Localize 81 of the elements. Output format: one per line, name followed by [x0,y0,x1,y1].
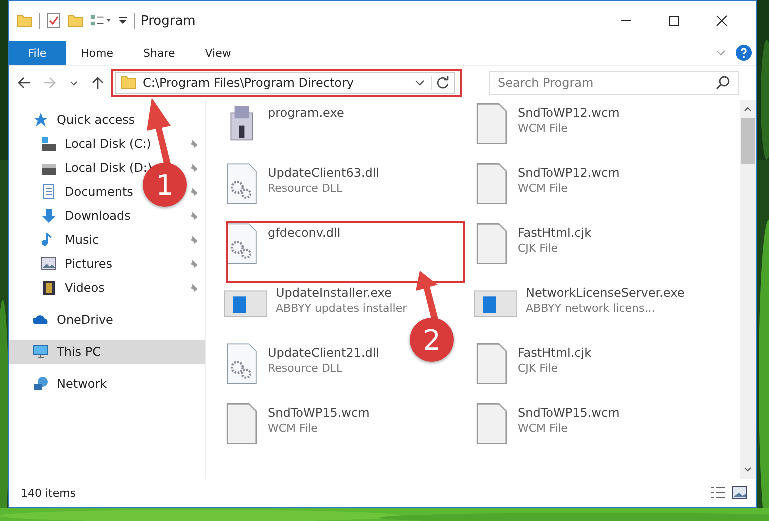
sidebar-item[interactable]: Videos [65,281,105,295]
sidebar-item[interactable]: Network [9,372,205,396]
address-bar[interactable]: C:\Program Files\Program Directory [115,72,455,94]
file-type: WCM File [268,422,319,435]
pin-icon[interactable] [188,138,199,150]
thumbnail-view-icon[interactable] [732,485,748,501]
file-type: ABBYY network licens... [526,302,656,315]
dropdown-icon[interactable] [118,16,128,26]
sidebar-item[interactable]: Music [65,233,100,247]
gear-file-icon[interactable] [224,342,260,386]
sidebar-item[interactable]: Documents [65,185,134,199]
sidebar-item[interactable]: Pictures [65,257,113,271]
window-title: Program [141,14,196,28]
up-arrow-icon[interactable] [91,76,105,90]
file-icon[interactable] [474,102,510,146]
checklist-icon[interactable] [46,13,62,29]
file-icon[interactable] [474,342,510,386]
file-icon[interactable] [474,402,510,446]
file-name[interactable]: SndToWP15.wcm [268,406,370,420]
file-type: WCM File [518,122,569,135]
gear-file-icon[interactable] [224,162,260,206]
pin-icon[interactable] [188,162,199,174]
pin-icon[interactable] [188,282,199,294]
file-name[interactable]: FastHtml.cjk [518,226,592,240]
file-name[interactable]: SndToWP15.wcm [518,406,620,420]
sidebar-label: OneDrive [57,313,114,327]
pin-icon[interactable] [188,258,199,270]
sidebar-item[interactable]: Downloads [65,209,131,223]
file-name[interactable]: SndToWP12.wcm [518,106,620,120]
pin-icon[interactable] [188,186,199,198]
sidebar-label: This PC [57,345,101,359]
film-icon [41,280,57,296]
file-type: ABBYY updates installer [276,302,408,315]
computer-icon [33,344,49,360]
search-field[interactable]: Search Program [489,71,739,95]
drive-icon [41,136,57,152]
download-arrow-icon [41,208,57,224]
file-name[interactable]: FastHtml.cjk [518,346,592,360]
chevron-down-icon[interactable] [415,78,425,88]
file-icon[interactable] [224,402,260,446]
scroll-thumb[interactable] [741,118,755,164]
network-icon [33,376,49,392]
sidebar-item[interactable]: Quick access [9,108,205,132]
file-icon[interactable] [474,222,510,266]
sidebar-item[interactable]: OneDrive [9,308,205,332]
sidebar-item[interactable]: Local Disk (C:) [65,137,152,151]
file-icon[interactable] [474,162,510,206]
details-view-icon[interactable] [710,485,726,501]
pin-icon[interactable] [188,210,199,222]
file-type: WCM File [518,182,569,195]
file-name[interactable]: NetworkLicenseServer.exe [526,286,685,300]
scrollbar[interactable] [740,100,756,479]
file-name[interactable]: UpdateClient21.dll [268,346,380,360]
sidebar-item[interactable]: This PC [9,340,205,364]
help-icon[interactable] [736,45,752,61]
back-arrow-icon[interactable] [17,76,31,90]
pin-icon[interactable] [188,234,199,246]
file-name[interactable]: program.exe [268,106,344,120]
window-icon[interactable] [224,288,268,320]
sidebar-label: Network [57,377,108,391]
document-icon [41,184,57,200]
file-name[interactable]: SndToWP12.wcm [518,166,620,180]
file-name[interactable]: UpdateClient63.dll [268,166,380,180]
search-icon[interactable] [715,75,731,91]
file-type: Resource DLL [268,362,344,375]
folder-icon [121,75,137,91]
picture-icon [41,256,57,272]
file-name[interactable]: UpdateInstaller.exe [276,286,408,300]
address-path: C:\Program Files\Program Directory [143,76,356,90]
close-icon[interactable] [716,15,728,27]
file-type: CJK File [518,362,560,375]
window-icon[interactable] [474,288,518,320]
sidebar-label: Quick access [57,113,136,127]
file-name[interactable]: gfdeconv.dll [268,226,341,240]
maximize-icon[interactable] [668,15,680,27]
star-icon [33,112,49,128]
item-count: 140 items [21,486,76,500]
file-type: CJK File [518,242,560,255]
ribbon-tab[interactable]: File [9,41,66,65]
file-type: Resource DLL [268,182,344,195]
file-type: WCM File [518,422,569,435]
